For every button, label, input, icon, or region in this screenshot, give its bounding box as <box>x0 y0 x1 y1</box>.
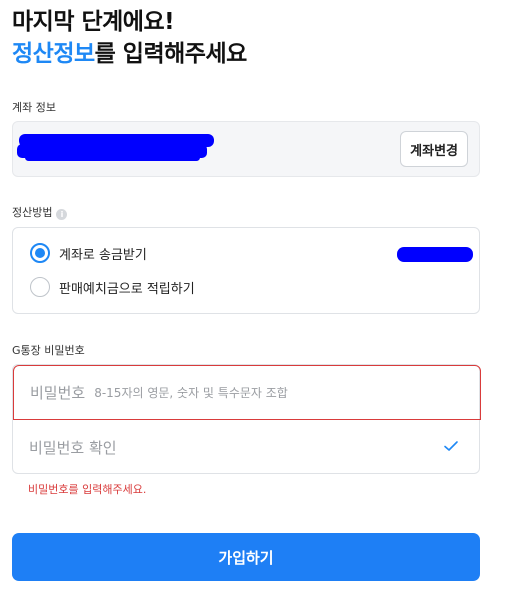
info-icon[interactable]: i <box>56 209 68 220</box>
settlement-method-text: 정산방법 <box>12 206 53 219</box>
account-info-label: 계좌 정보 <box>12 101 56 114</box>
radio-unchecked-icon[interactable] <box>30 277 50 297</box>
password-confirm-input[interactable]: 비밀번호 확인 <box>13 421 479 474</box>
option-label: 계좌로 송금받기 <box>59 247 147 263</box>
password-confirm-label: 비밀번호 확인 <box>29 439 117 457</box>
title-line-1: 마지막 단계에요! <box>12 9 175 35</box>
change-account-button[interactable]: 계좌변경 <box>400 131 468 167</box>
check-icon <box>444 441 458 451</box>
option-deposit-savings[interactable]: 판매예치금으로 적립하기 <box>30 276 195 298</box>
settlement-method-label: 정산방법 i <box>12 204 68 220</box>
password-input[interactable]: 비밀번호 8-15자의 영문, 숫자 및 특수문자 조합 <box>13 365 481 420</box>
title-accent: 정산정보 <box>12 41 95 67</box>
radio-checked-icon[interactable] <box>30 243 50 263</box>
password-field-label: 비밀번호 <box>30 384 86 402</box>
page-title: 마지막 단계에요! 정산정보를 입력해주세요 <box>12 6 247 70</box>
signup-submit-button[interactable]: 가입하기 <box>12 533 480 581</box>
password-section-label: G통장 비밀번호 <box>12 344 85 357</box>
settlement-options: 계좌로 송금받기 판매예치금으로 적립하기 <box>12 227 480 314</box>
option-bank-transfer[interactable]: 계좌로 송금받기 <box>30 242 147 264</box>
option-label: 판매예치금으로 적립하기 <box>59 281 195 297</box>
title-line-2: 정산정보를 입력해주세요 <box>12 38 247 70</box>
account-info-box: 계좌변경 <box>12 121 480 177</box>
password-box: 비밀번호 8-15자의 영문, 숫자 및 특수문자 조합 비밀번호 확인 <box>12 364 481 474</box>
password-placeholder: 8-15자의 영문, 숫자 및 특수문자 조합 <box>94 386 288 400</box>
bank-info-redaction <box>397 247 473 262</box>
title-rest: 를 입력해주세요 <box>94 41 248 67</box>
password-error-message: 비밀번호를 입력해주세요. <box>28 483 147 496</box>
